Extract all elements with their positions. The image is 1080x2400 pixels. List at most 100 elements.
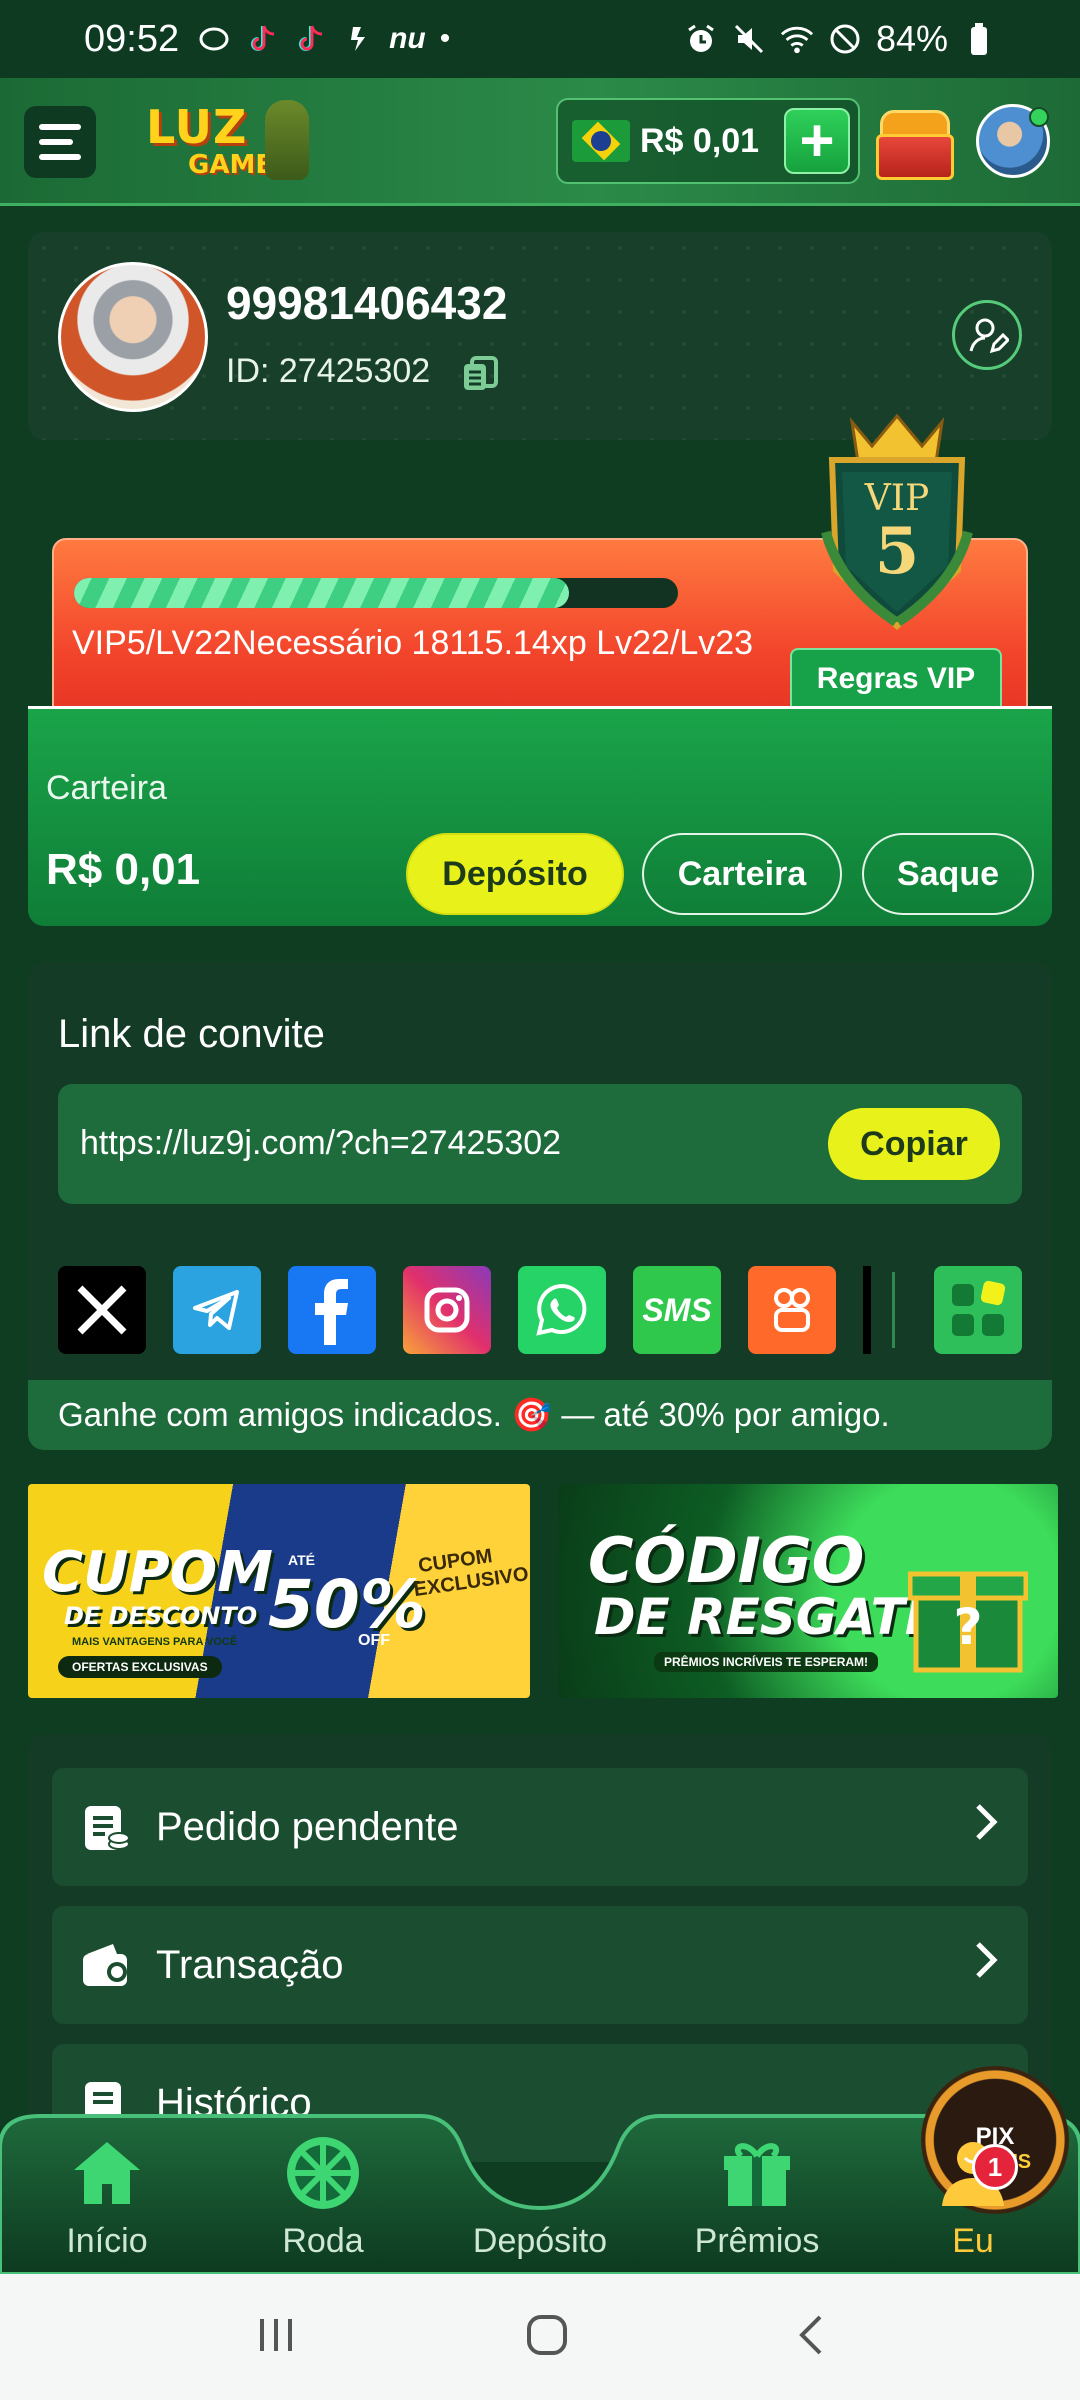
home-button-icon[interactable] [525, 2313, 569, 2362]
vip-progress-fill [74, 578, 570, 608]
add-funds-button[interactable]: + [784, 108, 850, 174]
header-balance: R$ 0,01 [640, 121, 760, 160]
recent-apps-icon[interactable] [254, 2315, 298, 2360]
menu-line [39, 154, 81, 160]
wallet-balance: R$ 0,01 [46, 845, 201, 894]
nubank-icon: nu [389, 22, 426, 55]
referral-earn-text: Ganhe com amigos indicados. 🎯 — até 30% … [28, 1380, 1052, 1450]
coupon-percent: 50% [268, 1566, 426, 1643]
kwai-icon[interactable] [748, 1266, 836, 1354]
menu-item-transaction[interactable]: Transação [52, 1906, 1028, 2024]
home-icon [66, 2132, 148, 2214]
share-row: SMS [58, 1266, 1022, 1354]
chest-base [876, 134, 954, 180]
nav-wheel[interactable]: Roda [238, 2132, 408, 2272]
telegram-icon[interactable] [173, 1266, 261, 1354]
coupon-exclusive: CUPOM EXCLUSIVO [412, 1545, 530, 1602]
status-time: 09:52 [84, 17, 180, 60]
share-divider [892, 1272, 895, 1348]
redeem-code-banner[interactable]: CÓDIGO DE RESGATE PRÊMIOS INCRÍVEIS TE E… [558, 1484, 1058, 1698]
chevron-right-icon [974, 1802, 998, 1853]
invite-title: Link de convite [58, 1012, 325, 1056]
x-icon[interactable] [58, 1266, 146, 1354]
luz-games-logo[interactable]: LUZ GAMES [140, 96, 315, 188]
user-avatar[interactable] [58, 262, 208, 412]
bottom-navigation: Início Roda PIX BÔNUS Depósito Prêmios E… [0, 2066, 1080, 2274]
menu-item-label: Pedido pendente [156, 1804, 459, 1849]
notification-dot: • [439, 22, 451, 55]
battery-icon [962, 22, 996, 56]
wallet-label: Carteira [46, 769, 167, 807]
dnd-icon [828, 22, 862, 56]
nav-wheel-label: Roda [282, 2222, 364, 2260]
vip-progress-bar [74, 578, 678, 608]
wheel-icon [282, 2132, 364, 2214]
username: 99981406432 [226, 277, 508, 329]
facebook-icon[interactable] [288, 1266, 376, 1354]
android-navigation-bar [0, 2274, 1080, 2400]
account-menu: Pedido pendente Transação Histórico [28, 1734, 1052, 2162]
redeem-small-text: PRÊMIOS INCRÍVEIS TE ESPERAM! [654, 1652, 879, 1672]
invite-card: Link de convite https://luz9j.com/?ch=27… [28, 962, 1052, 1450]
chevron-right-icon [974, 1940, 998, 1991]
back-icon[interactable] [796, 2313, 826, 2362]
menu-item-label: Transação [156, 1942, 344, 1987]
top-header: LUZ GAMES R$ 0,01 + [0, 78, 1080, 206]
gift-icon [716, 2132, 798, 2214]
instagram-icon[interactable] [403, 1266, 491, 1354]
mute-icon [732, 22, 766, 56]
wallet-button[interactable]: Carteira [642, 833, 842, 915]
invite-link-box: https://luz9j.com/?ch=27425302 Copiar [58, 1084, 1022, 1204]
coupon-subtitle: DE DESCONTO [64, 1602, 258, 1630]
wizard-mascot-icon [265, 100, 309, 180]
nav-prizes-label: Prêmios [694, 2222, 820, 2260]
coupon-banner[interactable]: CUPOM DE DESCONTO MAIS VANTAGENS PARA VO… [28, 1484, 530, 1698]
nav-prizes[interactable]: Prêmios [672, 2132, 842, 2272]
vip-badge-level: 5 [874, 514, 920, 589]
whatsapp-business-icon [197, 22, 231, 56]
vip-status-text: VIP5/LV22Necessário 18115.14xp Lv22/Lv23 [72, 624, 754, 662]
copy-link-button[interactable]: Copiar [828, 1108, 1000, 1180]
deposit-button[interactable]: Depósito [406, 833, 624, 915]
gift-box-icon: ? [907, 1544, 1029, 1674]
nav-home-label: Início [66, 2222, 148, 2260]
invite-url: https://luz9j.com/?ch=27425302 [80, 1124, 562, 1162]
alarm-icon [684, 22, 718, 56]
nubank-flash-icon [341, 22, 375, 56]
tiktok-icon [293, 22, 327, 56]
svg-text:?: ? [953, 1598, 982, 1656]
brazil-flag-icon [572, 120, 630, 162]
coupon-off: OFF [358, 1632, 390, 1649]
user-id: ID: 27425302 [226, 352, 431, 390]
menu-item-pending-order[interactable]: Pedido pendente [52, 1768, 1028, 1886]
withdraw-button[interactable]: Saque [862, 833, 1034, 915]
more-apps-icon[interactable] [934, 1266, 1022, 1354]
nav-me-label: Eu [952, 2222, 994, 2260]
wallet-transaction-icon [78, 1937, 134, 1993]
edit-profile-button[interactable] [952, 300, 1022, 370]
sms-icon[interactable]: SMS [633, 1266, 721, 1354]
treasure-chest-icon[interactable] [870, 100, 960, 184]
notification-badge: 1 [972, 2144, 1018, 2190]
support-avatar[interactable] [976, 104, 1050, 178]
logo-text-luz: LUZ [146, 100, 248, 154]
redeem-title: CÓDIGO [588, 1524, 865, 1597]
vip-badge-icon: VIP 5 [812, 382, 982, 644]
copy-id-icon[interactable] [460, 354, 500, 394]
whatsapp-icon[interactable] [518, 1266, 606, 1354]
vip-rules-button[interactable]: Regras VIP [790, 648, 1002, 710]
menu-line [39, 139, 73, 145]
edit-profile-icon [969, 318, 1009, 354]
status-bar: 09:52 nu • 84% [0, 0, 1080, 78]
nav-me[interactable]: Eu 1 [888, 2132, 1058, 2272]
coupon-title: CUPOM [42, 1540, 273, 1605]
menu-line [39, 124, 81, 130]
balance-box[interactable]: R$ 0,01 + [556, 98, 860, 184]
coupon-offers: OFERTAS EXCLUSIVAS [58, 1656, 222, 1678]
nav-deposit[interactable]: PIX BÔNUS Depósito [455, 2066, 1069, 2272]
share-more-partial[interactable] [863, 1266, 871, 1354]
wifi-icon [780, 22, 814, 56]
vip-badge-title: VIP [864, 478, 930, 519]
nav-home[interactable]: Início [22, 2132, 192, 2272]
menu-button[interactable] [24, 106, 96, 178]
